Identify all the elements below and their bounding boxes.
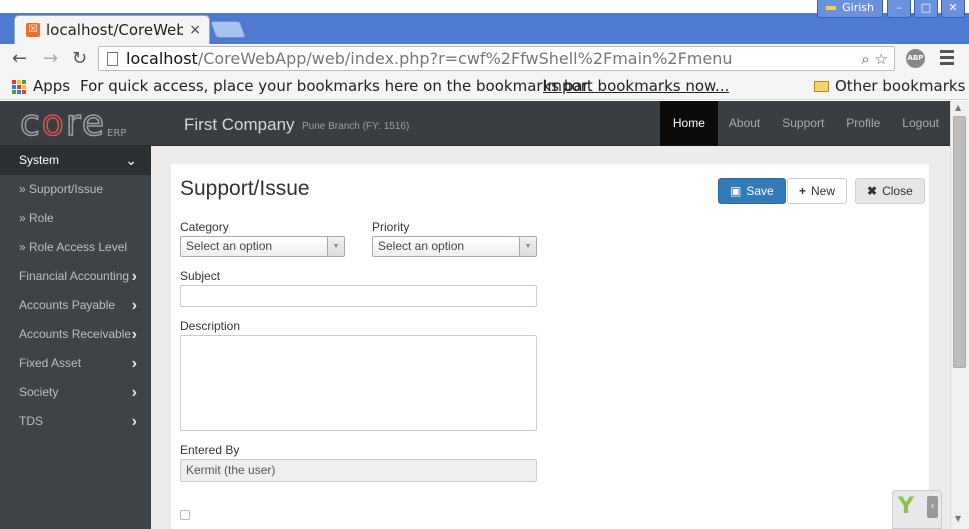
nav-about[interactable]: About [718, 101, 771, 146]
profile-button[interactable]: Girish [817, 0, 883, 18]
new-tab-button[interactable] [209, 21, 247, 38]
form-panel: Support/Issue ▣ Save + New ✖ Close Categ… [171, 164, 929, 529]
folder-icon [814, 81, 829, 92]
dropdown-arrow-icon: ▼ [519, 237, 536, 256]
chevron-right-icon: › [131, 413, 137, 430]
yii-logo-icon: Y [898, 494, 914, 519]
new-button[interactable]: + New [787, 178, 848, 204]
logo-text: core [19, 103, 106, 144]
chevron-right-icon: › [131, 384, 137, 401]
browser-tab[interactable]: ☒ localhost/CoreWebA × [14, 15, 210, 44]
scroll-down-icon[interactable]: ▼ [955, 514, 961, 523]
tab-title: localhost/CoreWebA [46, 21, 184, 39]
priority-label: Priority [372, 220, 410, 234]
category-select[interactable]: Select an option ▼ [180, 236, 345, 257]
forward-arrow-icon[interactable]: → [43, 48, 58, 69]
description-textarea[interactable] [180, 335, 537, 431]
window-controls: – □ ✕ [887, 0, 965, 18]
close-button[interactable]: ✖ Close [855, 178, 925, 204]
save-button[interactable]: ▣ Save [718, 178, 786, 204]
sidebar-item-role-access-level[interactable]: » Role Access Level [0, 233, 151, 262]
address-bar[interactable]: localhost/CoreWebApp/web/index.php?r=cwf… [98, 46, 895, 71]
xampp-favicon-icon: ☒ [26, 23, 40, 37]
times-icon: ✖ [867, 184, 878, 198]
tab-close-icon[interactable]: × [189, 22, 201, 38]
import-bookmarks-link[interactable]: Import bookmarks now... [543, 77, 729, 95]
chevron-right-icon: › [131, 297, 137, 314]
chevron-right-icon: › [131, 268, 137, 285]
sidebar-item-support-issue[interactable]: » Support/Issue [0, 175, 151, 204]
adblock-icon[interactable]: ABP [906, 49, 925, 68]
checkbox[interactable] [180, 510, 190, 520]
chevron-right-icon: › [131, 355, 137, 372]
nav-home[interactable]: Home [659, 101, 718, 146]
sidebar: System ⌄ » Support/Issue » Role » Role A… [0, 146, 151, 529]
description-label: Description [180, 319, 241, 333]
scroll-thumb[interactable] [953, 116, 966, 368]
page-scrollbar[interactable]: ▲ ▼ [950, 101, 969, 529]
chevron-down-icon: ⌄ [125, 152, 137, 168]
search-star-icons[interactable]: ⌕ ☆ [861, 50, 888, 68]
other-bookmarks-link[interactable]: Other bookmarks [835, 77, 965, 95]
sidebar-item-accounts-payable[interactable]: Accounts Payable › [0, 291, 151, 320]
nav-logout[interactable]: Logout [891, 101, 950, 146]
back-arrow-icon[interactable]: ← [12, 48, 27, 69]
user-icon [826, 6, 837, 10]
close-window-button[interactable]: ✕ [941, 0, 965, 18]
hamburger-menu-icon[interactable] [940, 50, 954, 68]
nav-profile[interactable]: Profile [835, 101, 891, 146]
bookmarks-hint: For quick access, place your bookmarks h… [80, 77, 593, 95]
reload-icon[interactable]: ↻ [72, 48, 87, 69]
browser-toolbar: ← → ↻ localhost/CoreWebApp/web/index.php… [0, 44, 969, 73]
apps-grid-icon[interactable] [12, 80, 26, 94]
nav-support[interactable]: Support [771, 101, 835, 146]
company-name: First Company [184, 115, 295, 134]
page-icon [107, 51, 118, 66]
logo-suffix: ERP [107, 128, 127, 139]
floppy-disk-icon: ▣ [730, 184, 742, 198]
category-label: Category [180, 220, 229, 234]
sidebar-item-system[interactable]: System ⌄ [0, 146, 151, 175]
entered-by-label: Entered By [180, 443, 240, 457]
bookmarks-bar: Apps For quick access, place your bookma… [0, 73, 969, 100]
sidebar-item-accounts-receivable[interactable]: Accounts Receivable › [0, 320, 151, 349]
sidebar-item-fixed-asset[interactable]: Fixed Asset › [0, 349, 151, 378]
apps-link[interactable]: Apps [33, 77, 70, 95]
subject-input[interactable] [180, 285, 537, 307]
sidebar-item-society[interactable]: Society › [0, 378, 151, 407]
core-erp-logo[interactable]: core ERP [19, 103, 127, 144]
sidebar-item-financial-accounting[interactable]: Financial Accounting › [0, 262, 151, 291]
yii-debug-widget[interactable]: Y ‹ [892, 490, 942, 529]
priority-select[interactable]: Select an option ▼ [372, 236, 537, 257]
scroll-up-icon[interactable]: ▲ [955, 103, 961, 112]
app-navbar: core ERP First Company Pune Branch (FY: … [0, 101, 950, 146]
sidebar-item-role[interactable]: » Role [0, 204, 151, 233]
url-text: localhost/CoreWebApp/web/index.php?r=cwf… [126, 49, 733, 68]
branch-label: Pune Branch (FY: 1516) [302, 121, 410, 132]
page-title: Support/Issue [180, 177, 310, 200]
maximize-button[interactable]: □ [914, 0, 938, 18]
sidebar-item-tds[interactable]: TDS › [0, 407, 151, 436]
dropdown-arrow-icon: ▼ [327, 237, 344, 256]
chevron-right-icon: › [131, 326, 137, 343]
collapse-arrow-icon[interactable]: ‹ [927, 496, 938, 518]
subject-label: Subject [180, 269, 221, 283]
entered-by-field: Kermit (the user) [180, 459, 537, 482]
top-nav: Home About Support Profile Logout [659, 101, 950, 146]
plus-icon: + [799, 184, 807, 198]
minimize-button[interactable]: – [887, 0, 911, 18]
